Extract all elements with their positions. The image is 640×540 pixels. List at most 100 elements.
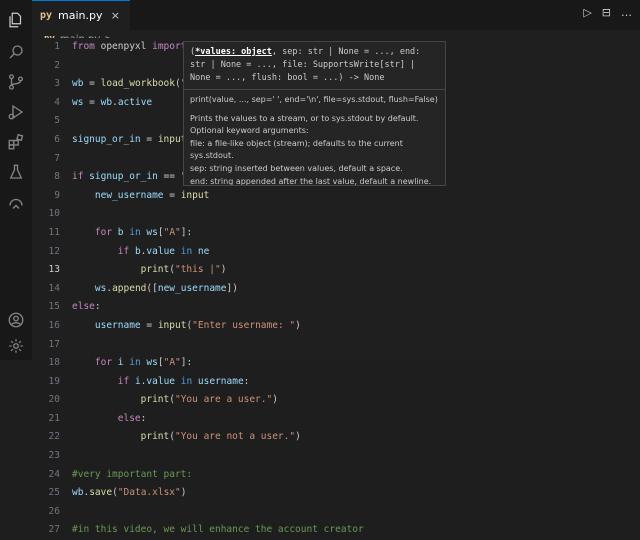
line-number: 27 xyxy=(48,524,60,536)
code-line[interactable] xyxy=(72,503,640,522)
code-token: in xyxy=(175,375,198,387)
code-line[interactable]: #in this video, we will enhance the acco… xyxy=(72,521,640,540)
code-line[interactable]: for b in ws["A"]: xyxy=(72,224,640,243)
code-line[interactable]: else: xyxy=(72,410,640,429)
code-token: "A" xyxy=(163,226,181,238)
code-line[interactable] xyxy=(72,447,640,466)
doc-line: file: a file-like object (stream); defau… xyxy=(190,139,403,160)
code-token: in xyxy=(123,226,147,238)
code-token: signup_or_in xyxy=(72,133,141,145)
code-line[interactable]: print("You are a user.") xyxy=(72,391,640,410)
code-token: signup_or_in xyxy=(89,171,158,183)
tab-bar: py main.py × ▷ ⊟ … xyxy=(32,0,640,31)
code-line[interactable]: print("this |") xyxy=(72,261,640,280)
line-number-gutter: 1 2 3 4 5 6 7 8 9 10 11 12 13 14 15 16 17 18 19 20 21 22 23 24 2… xyxy=(32,38,60,540)
code-line[interactable]: if i.value in username: xyxy=(72,373,640,392)
code-line[interactable] xyxy=(72,336,640,355)
split-editor-icon[interactable]: ⊟ xyxy=(602,6,611,19)
code-line[interactable]: new_username = input xyxy=(72,187,640,206)
more-actions-icon[interactable]: … xyxy=(621,6,632,19)
code-token: "A" xyxy=(163,357,181,369)
line-number: 19 xyxy=(48,375,60,387)
code-line[interactable]: wb.save("Data.xlsx") xyxy=(72,484,640,503)
line-number: 20 xyxy=(48,394,60,406)
code-token: from xyxy=(72,41,101,52)
code-token: wb xyxy=(72,78,84,90)
code-token: ws xyxy=(146,357,158,369)
source-control-icon[interactable] xyxy=(6,72,26,92)
code-line[interactable]: print("You are not a user.") xyxy=(72,428,640,447)
code-token: "Data.xlsx" xyxy=(117,487,181,499)
code-line[interactable]: else: xyxy=(72,298,640,317)
code-token: else xyxy=(117,412,141,424)
code-line[interactable]: ws.append([new_username]) xyxy=(72,280,640,299)
code-token: == xyxy=(157,171,181,183)
code-token: "this |" xyxy=(174,264,221,276)
code-token: "You are not a user." xyxy=(174,431,296,443)
line-number: 7 xyxy=(54,152,60,164)
extensions-icon[interactable] xyxy=(6,132,26,152)
activity-bar xyxy=(0,0,33,360)
code-token: username xyxy=(94,319,141,331)
code-token: = xyxy=(83,96,101,108)
code-token: input xyxy=(157,319,187,331)
code-token: in xyxy=(123,357,147,369)
code-token: if xyxy=(117,245,135,257)
account-icon[interactable] xyxy=(6,310,26,330)
code-token: ]: xyxy=(180,357,193,369)
code-token: ws xyxy=(94,282,107,294)
tab-label: main.py xyxy=(58,9,103,22)
line-number: 24 xyxy=(48,468,60,480)
code-token: ws xyxy=(72,96,84,108)
code-line[interactable]: for i in ws["A"]: xyxy=(72,354,640,373)
code-line[interactable] xyxy=(72,205,640,224)
settings-gear-icon[interactable] xyxy=(6,336,26,356)
code-token: #in this video, we will enhance the acco… xyxy=(72,524,364,536)
hover-tooltip: (*values: object, sep: str | None = ...,… xyxy=(183,41,446,186)
code-line[interactable]: #very important part: xyxy=(72,466,640,485)
line-number: 3 xyxy=(54,78,60,90)
code-token: openpyxl xyxy=(100,41,153,52)
code-token: for xyxy=(94,357,118,369)
code-token: ]: xyxy=(180,226,193,238)
editor-toolbar: ▷ ⊟ … xyxy=(583,6,632,19)
code-line[interactable]: username = input("Enter username: ") xyxy=(72,317,640,336)
tab-main-py[interactable]: py main.py × xyxy=(32,0,130,30)
code-token: wb xyxy=(72,487,84,499)
code-token: : xyxy=(94,301,101,313)
line-number: 4 xyxy=(54,96,60,108)
code-token: append xyxy=(112,282,147,294)
code-token: value xyxy=(146,245,176,257)
code-token: "Enter username: " xyxy=(192,319,296,331)
testing-icon[interactable] xyxy=(6,162,26,182)
line-number: 2 xyxy=(54,59,60,71)
line-number: 12 xyxy=(48,245,60,257)
code-token: input xyxy=(180,189,210,201)
search-icon[interactable] xyxy=(6,42,26,62)
line-number: 11 xyxy=(48,226,60,238)
doc-line: sep: string inserted between values, def… xyxy=(190,164,403,173)
close-tab-icon[interactable]: × xyxy=(111,9,120,22)
line-number: 9 xyxy=(54,189,60,201)
code-token: ) xyxy=(180,487,187,499)
explorer-icon[interactable] xyxy=(6,10,26,30)
line-number: 10 xyxy=(48,208,60,220)
code-token: ne xyxy=(197,245,210,257)
code-token: if xyxy=(72,171,90,183)
run-icon[interactable]: ▷ xyxy=(583,6,591,19)
line-number: 16 xyxy=(48,319,60,331)
line-number: 21 xyxy=(48,412,60,424)
code-token: value xyxy=(146,375,176,387)
code-token: active xyxy=(117,96,153,108)
remote-explorer-icon[interactable] xyxy=(6,194,26,214)
run-debug-icon[interactable] xyxy=(6,102,26,122)
code-line[interactable]: if b.value in ne xyxy=(72,243,640,262)
doc-line: end: string appended after the last valu… xyxy=(190,177,432,186)
code-token: = xyxy=(163,189,181,201)
code-token: ) xyxy=(295,431,301,443)
line-number: 1 xyxy=(54,41,60,52)
